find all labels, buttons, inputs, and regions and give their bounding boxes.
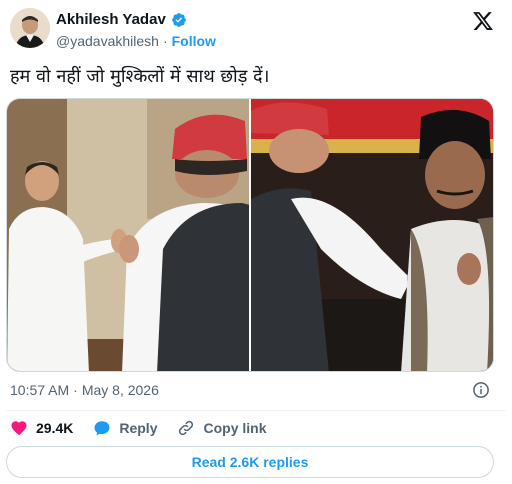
x-logo-icon[interactable] — [472, 10, 494, 32]
author-display-name[interactable]: Akhilesh Yadav — [56, 11, 166, 28]
photo-right[interactable] — [251, 99, 493, 371]
tweet-media[interactable] — [6, 98, 494, 372]
divider — [6, 410, 506, 411]
copy-link-label: Copy link — [203, 420, 267, 436]
tweet-timestamp[interactable]: 10:57 AM · May 8, 2026 — [10, 382, 159, 398]
tweet-actions: 29.4K Reply Copy link — [10, 419, 267, 437]
link-icon — [179, 420, 194, 436]
avatar[interactable] — [10, 8, 50, 48]
reply-label: Reply — [119, 420, 158, 436]
like-count: 29.4K — [36, 420, 74, 436]
author-name-row: Akhilesh Yadav — [56, 11, 187, 28]
author-handle[interactable]: @yadavakhilesh — [56, 33, 159, 49]
info-icon[interactable] — [472, 381, 490, 399]
like-button[interactable]: 29.4K — [10, 419, 73, 437]
tweet-time: 10:57 AM — [10, 382, 70, 398]
follow-button[interactable]: Follow — [172, 33, 216, 49]
read-replies-button[interactable]: Read 2.6K replies — [6, 446, 494, 478]
reply-button[interactable]: Reply — [93, 419, 157, 437]
photo-left[interactable] — [7, 99, 249, 371]
copy-link-button[interactable]: Copy link — [177, 419, 267, 437]
tweet-text: हम वो नहीं जो मुश्किलों में साथ छोड़ दें… — [10, 66, 270, 87]
heart-icon — [11, 421, 27, 436]
verified-badge-icon — [171, 12, 186, 27]
timestamp-separator: · — [73, 382, 78, 398]
comment-bubble-icon — [94, 421, 110, 436]
handle-separator: · — [162, 33, 168, 49]
tweet-card: Akhilesh Yadav @yadavakhilesh · Follow ह… — [0, 0, 512, 484]
tweet-date: May 8, 2026 — [81, 382, 159, 398]
author-handle-row: @yadavakhilesh · Follow — [56, 33, 216, 49]
